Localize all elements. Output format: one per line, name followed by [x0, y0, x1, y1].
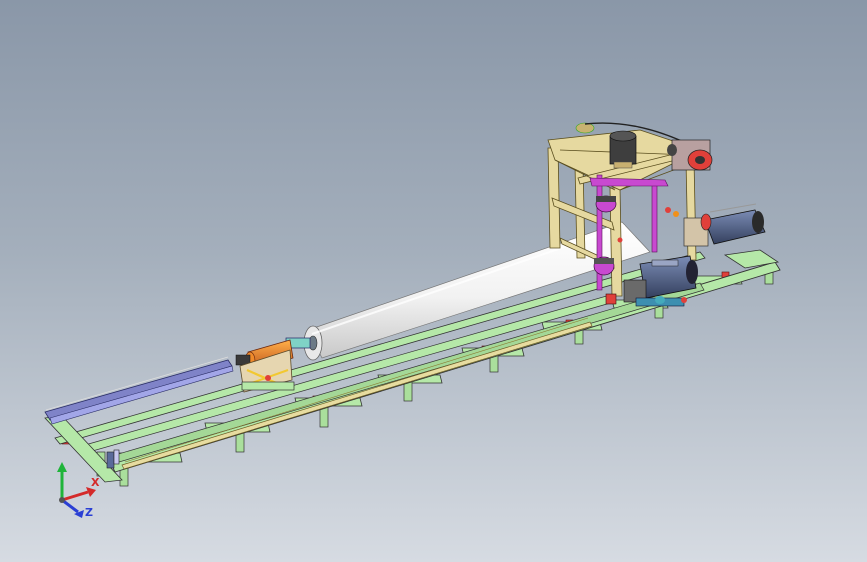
z-axis-arrow — [61, 498, 84, 518]
z-axis-label: Z — [85, 506, 93, 519]
x-axis-label: X — [91, 476, 100, 489]
y-axis-arrow — [57, 462, 67, 500]
side-motor[interactable] — [683, 203, 766, 247]
top-gearbox[interactable] — [667, 139, 713, 171]
cad-viewport[interactable]: X Z — [0, 0, 867, 562]
model-scene[interactable] — [0, 0, 867, 562]
triad-origin — [59, 497, 65, 503]
axis-triad[interactable]: X Z — [40, 460, 110, 530]
